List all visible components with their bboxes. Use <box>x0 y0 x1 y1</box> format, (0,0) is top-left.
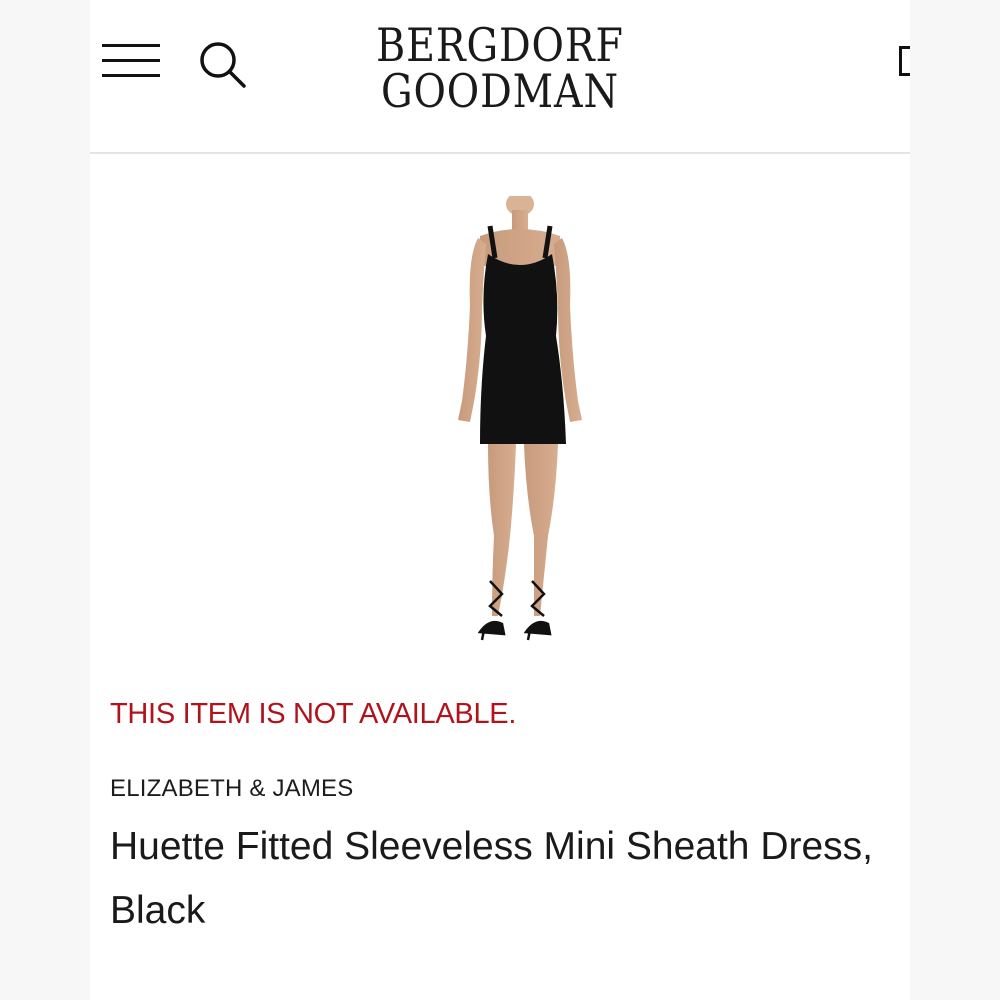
model-left-leg <box>488 444 516 616</box>
product-page: BERGDORF GOODMAN THIS ITEM IS NOT AVAILA… <box>90 0 910 1000</box>
shopping-bag-button[interactable] <box>896 44 910 82</box>
availability-notice: THIS ITEM IS NOT AVAILABLE. <box>110 698 517 730</box>
shopping-bag-icon <box>899 46 910 76</box>
site-header: BERGDORF GOODMAN <box>90 0 910 152</box>
menu-line <box>102 44 160 47</box>
header-divider <box>90 152 910 154</box>
model-neck <box>512 210 528 232</box>
search-button[interactable] <box>196 38 252 94</box>
designer-name[interactable]: ELIZABETH & JAMES <box>110 775 353 803</box>
brand-logo[interactable]: BERGDORF GOODMAN <box>340 22 660 132</box>
menu-line <box>102 59 160 62</box>
logo-line-1: BERGDORF <box>376 18 624 72</box>
product-image[interactable] <box>440 192 600 641</box>
menu-button[interactable] <box>102 40 162 82</box>
dress <box>480 254 566 444</box>
logo-line-2: GOODMAN <box>381 64 619 118</box>
menu-line <box>102 74 160 77</box>
search-icon <box>200 42 246 88</box>
product-title: Huette Fitted Sleeveless Mini Sheath Dre… <box>110 825 874 932</box>
model-photo <box>458 192 582 641</box>
